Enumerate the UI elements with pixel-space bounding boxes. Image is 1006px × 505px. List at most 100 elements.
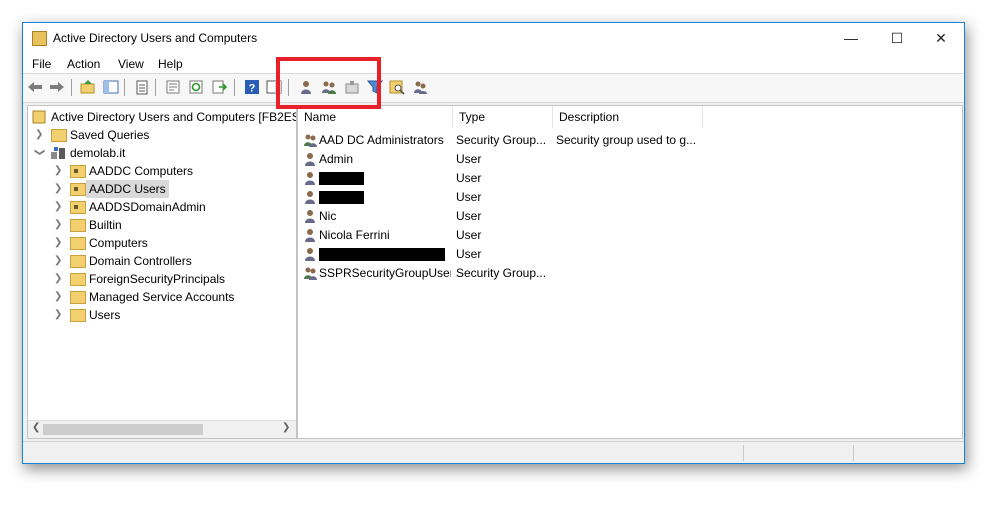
- menu-help[interactable]: Help: [158, 57, 183, 71]
- back-arrow-icon[interactable]: [27, 79, 43, 95]
- toolbar-separator: [155, 79, 156, 96]
- svg-text:?: ?: [249, 83, 256, 95]
- ou-folder-icon: [70, 183, 86, 196]
- cell-name: Nicola Ferrini: [319, 228, 390, 242]
- tree-item-label: ForeignSecurityPrincipals: [89, 272, 226, 286]
- menu-file[interactable]: File: [32, 57, 51, 71]
- column-header-name[interactable]: Name: [298, 106, 453, 128]
- window-title: Active Directory Users and Computers: [53, 31, 258, 45]
- user-icon: [305, 229, 315, 242]
- chevron-right-icon[interactable]: ❯: [54, 216, 64, 234]
- group-icon: [304, 267, 317, 280]
- scrollbar-thumb[interactable]: [43, 424, 203, 435]
- user-icon: [305, 153, 315, 166]
- cell-type: User: [456, 209, 482, 223]
- help-icon[interactable]: ?: [244, 79, 260, 95]
- list-item[interactable]: Admin User: [298, 150, 962, 169]
- tree-item-label: Users: [89, 308, 121, 322]
- chevron-right-icon[interactable]: ❯: [54, 270, 64, 288]
- redacted-name: [319, 172, 364, 185]
- folder-icon: [70, 255, 86, 268]
- list-item[interactable]: SSPRSecurityGroupUsers Security Group...: [298, 264, 962, 283]
- minimize-button[interactable]: —: [828, 23, 874, 53]
- chevron-right-icon[interactable]: ❯: [54, 306, 64, 324]
- chevron-right-icon[interactable]: ❯: [54, 252, 64, 270]
- title-bar[interactable]: Active Directory Users and Computers — ☐…: [23, 23, 964, 53]
- list-item[interactable]: Nicola Ferrini User: [298, 226, 962, 245]
- show-tree-icon[interactable]: [103, 79, 119, 95]
- menu-bar: File Action View Help: [23, 53, 964, 73]
- group-icon: [304, 134, 317, 147]
- chevron-right-icon[interactable]: ❯: [54, 180, 64, 198]
- adusers-window: Active Directory Users and Computers — ☐…: [22, 22, 965, 464]
- menu-action[interactable]: Action: [67, 57, 100, 71]
- tree-item-label: Computers: [89, 236, 148, 250]
- status-separator: [853, 445, 854, 461]
- cell-type: User: [456, 247, 482, 261]
- tree-item-label: AADDC Users: [86, 180, 169, 198]
- ou-folder-icon: [70, 201, 86, 214]
- cell-name: AAD DC Administrators: [319, 133, 444, 147]
- tree-item-label: Builtin: [89, 218, 122, 232]
- list-item[interactable]: User: [298, 245, 962, 264]
- list-item[interactable]: User: [298, 188, 962, 207]
- cell-type: Security Group...: [456, 266, 547, 280]
- chevron-right-icon[interactable]: ❯: [54, 234, 64, 252]
- folder-icon: [70, 237, 86, 250]
- cell-type: User: [456, 171, 482, 185]
- console-root-icon: [32, 110, 46, 124]
- up-folder-icon[interactable]: [80, 79, 96, 95]
- user-icon: [305, 248, 315, 261]
- console-tree[interactable]: Active Directory Users and Computers [FB…: [27, 105, 297, 439]
- tree-horizontal-scrollbar[interactable]: ❮ ❯: [28, 420, 296, 438]
- app-icon: [32, 31, 47, 46]
- chevron-down-icon[interactable]: ❯: [30, 148, 48, 158]
- tree-item-label: Managed Service Accounts: [89, 290, 235, 304]
- folder-icon: [70, 273, 86, 286]
- chevron-right-icon[interactable]: ❯: [54, 288, 64, 306]
- toolbar-separator: [234, 79, 235, 96]
- scroll-right-arrow-icon[interactable]: ❯: [282, 422, 290, 433]
- list-item[interactable]: AAD DC Administrators Security Group... Se…: [298, 131, 962, 150]
- user-icon: [305, 172, 315, 185]
- refresh-icon[interactable]: [188, 79, 204, 95]
- chevron-right-icon[interactable]: ❯: [35, 126, 45, 144]
- results-list[interactable]: Name Type Description AAD DC Administrat…: [297, 105, 963, 439]
- user-icon: [305, 210, 315, 223]
- clipboard-icon[interactable]: [134, 79, 150, 95]
- find-icon[interactable]: [389, 79, 405, 95]
- tree-item-label: demolab.it: [70, 146, 126, 160]
- cell-type: User: [456, 152, 482, 166]
- chevron-right-icon[interactable]: ❯: [54, 162, 64, 180]
- cell-name: Nic: [319, 209, 337, 223]
- chevron-right-icon[interactable]: ❯: [54, 198, 64, 216]
- status-bar: [23, 441, 964, 463]
- cell-type: User: [456, 228, 482, 242]
- tree-item-label: Domain Controllers: [89, 254, 192, 268]
- list-item[interactable]: Nic User: [298, 207, 962, 226]
- folder-icon: [51, 129, 67, 142]
- column-header-type[interactable]: Type: [453, 106, 553, 128]
- list-item[interactable]: User: [298, 169, 962, 188]
- user-icon: [305, 191, 315, 204]
- properties-icon[interactable]: [165, 79, 181, 95]
- cell-description: Security group used to g...: [556, 133, 697, 147]
- close-button[interactable]: ✕: [918, 23, 964, 53]
- toolbar-separator: [71, 79, 72, 96]
- menu-view[interactable]: View: [118, 57, 144, 71]
- column-header-description[interactable]: Description: [553, 106, 703, 128]
- redacted-name: [319, 248, 445, 261]
- export-list-icon[interactable]: [211, 79, 227, 95]
- highlight-annotation-box: [276, 57, 381, 109]
- tree-root-label: Active Directory Users and Computers [FB…: [51, 110, 297, 124]
- add-to-group-icon[interactable]: [412, 79, 428, 95]
- status-separator: [743, 445, 744, 461]
- cell-type: User: [456, 190, 482, 204]
- tree-item-label: AADDSDomainAdmin: [89, 200, 206, 214]
- maximize-button[interactable]: ☐: [874, 23, 920, 53]
- forward-arrow-icon[interactable]: [49, 79, 65, 95]
- redacted-name: [319, 191, 364, 204]
- scroll-left-arrow-icon[interactable]: ❮: [32, 422, 40, 433]
- folder-icon: [70, 309, 86, 322]
- cell-name: SSPRSecurityGroupUsers: [319, 266, 451, 280]
